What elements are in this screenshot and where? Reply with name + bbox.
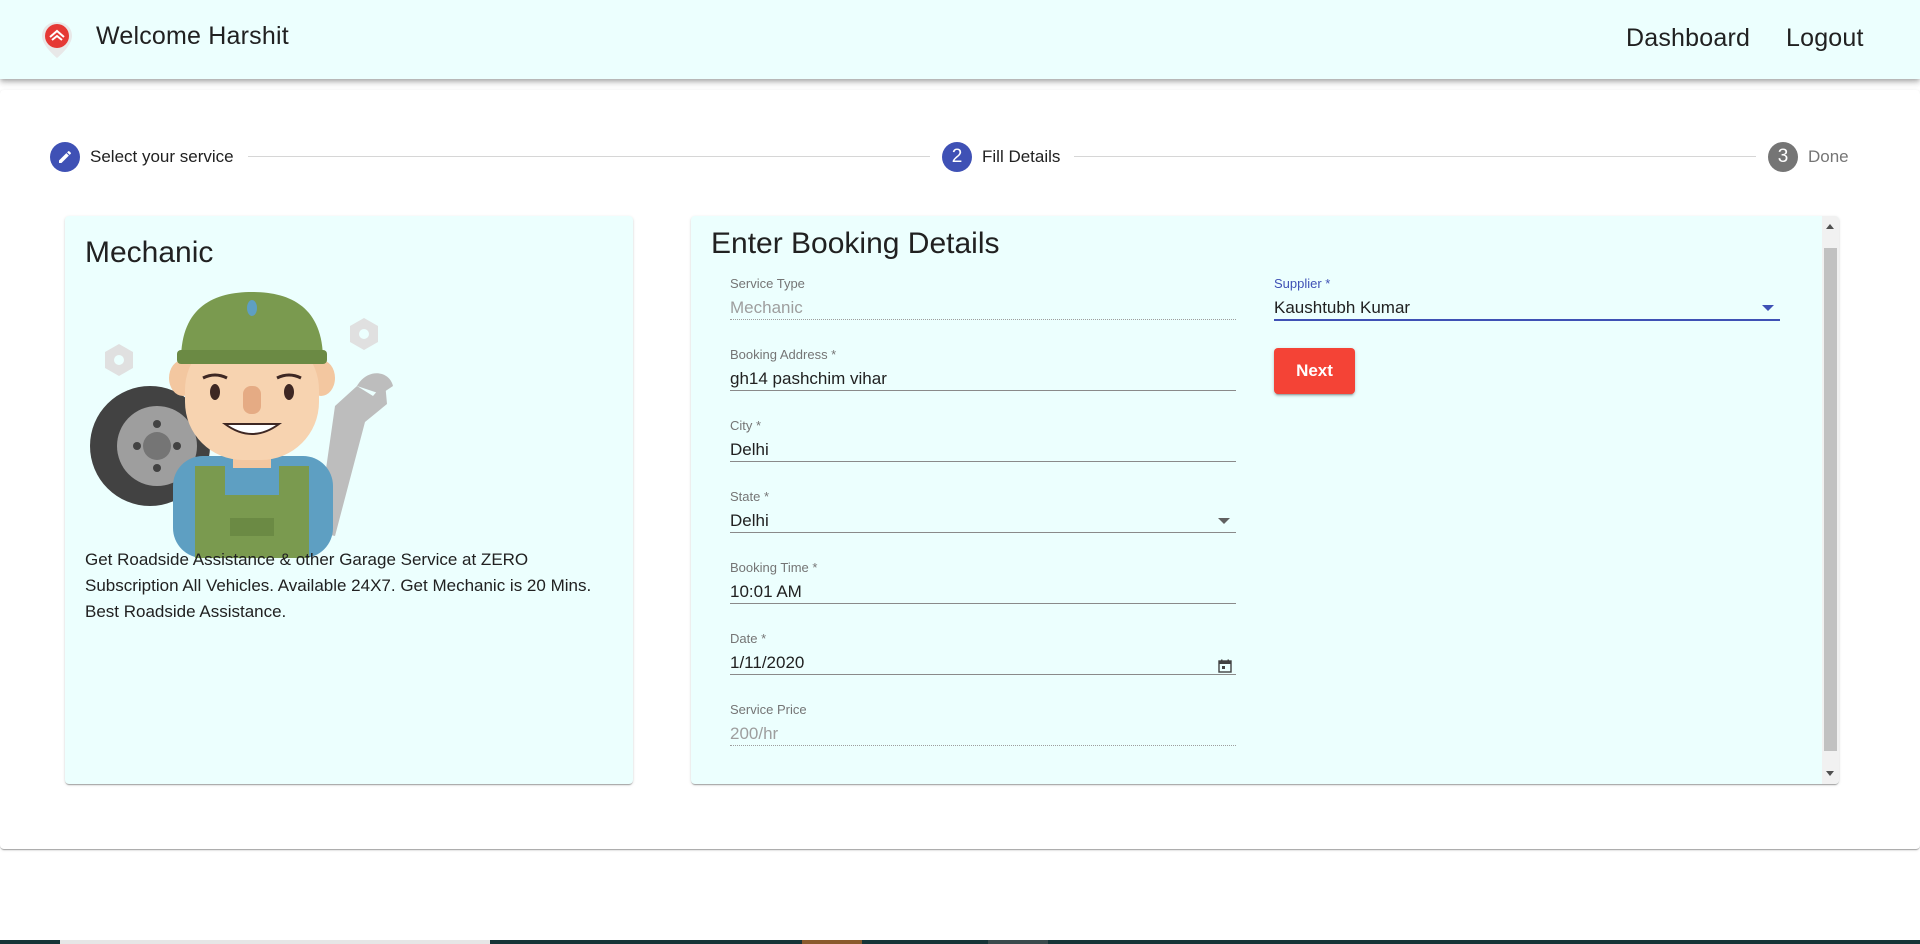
taskbar-segment bbox=[60, 940, 490, 944]
step-connector bbox=[1074, 156, 1756, 157]
service-card: Mechanic Get Roadside Assistance & other… bbox=[65, 216, 633, 784]
state-field[interactable]: State * Delhi bbox=[730, 489, 1236, 533]
dropdown-arrow-icon[interactable] bbox=[1218, 518, 1230, 524]
service-price-value: 200/hr bbox=[730, 724, 779, 743]
service-price-field: Service Price 200/hr bbox=[730, 702, 1236, 746]
date-input[interactable]: 1/11/2020 bbox=[730, 648, 1236, 674]
supplier-field[interactable]: Supplier * Kaushtubh Kumar bbox=[1274, 276, 1780, 321]
field-underline bbox=[730, 745, 1236, 746]
field-label: Supplier * bbox=[1274, 276, 1331, 291]
booking-time-input[interactable]: 10:01 AM bbox=[730, 577, 1236, 603]
scroll-down-arrow-icon[interactable] bbox=[1826, 771, 1834, 776]
step-fill-details[interactable]: 2 Fill Details bbox=[942, 142, 1060, 172]
step-number: 2 bbox=[942, 142, 972, 172]
step-number: 3 bbox=[1768, 142, 1798, 172]
scrollbar[interactable] bbox=[1822, 216, 1839, 784]
field-underline bbox=[730, 532, 1236, 533]
service-type-field: Service Type Mechanic bbox=[730, 276, 1236, 320]
field-label: Service Price bbox=[730, 702, 807, 717]
field-label: City * bbox=[730, 418, 762, 433]
welcome-text: Welcome Harshit bbox=[96, 22, 289, 50]
field-underline bbox=[730, 390, 1236, 391]
service-type-value: Mechanic bbox=[730, 298, 803, 317]
form-title: Enter Booking Details bbox=[711, 227, 1000, 260]
scroll-up-arrow-icon[interactable] bbox=[1826, 224, 1834, 229]
field-label: Booking Address * bbox=[730, 347, 837, 362]
service-title: Mechanic bbox=[85, 236, 214, 269]
step-done[interactable]: 3 Done bbox=[1768, 142, 1849, 172]
field-underline bbox=[1274, 319, 1780, 321]
dropdown-arrow-icon[interactable] bbox=[1762, 305, 1774, 311]
date-value: 1/11/2020 bbox=[730, 653, 805, 672]
booking-time-field[interactable]: Booking Time * 10:01 AM bbox=[730, 560, 1236, 604]
step-select-service[interactable]: Select your service bbox=[50, 142, 234, 172]
field-label: Booking Time * bbox=[730, 560, 818, 575]
supplier-selected-value: Kaushtubh Kumar bbox=[1274, 298, 1411, 317]
taskbar-segment bbox=[988, 940, 1048, 944]
app-bar: Welcome Harshit Dashboard Logout bbox=[0, 0, 1920, 79]
field-underline bbox=[730, 674, 1236, 675]
booking-address-input[interactable]: gh14 pashchim vihar bbox=[730, 364, 1236, 390]
taskbar-segment bbox=[802, 940, 862, 944]
supplier-select[interactable]: Kaushtubh Kumar bbox=[1274, 293, 1780, 319]
step-label: Fill Details bbox=[982, 147, 1061, 166]
step-connector bbox=[248, 156, 930, 157]
dashboard-link[interactable]: Dashboard bbox=[1626, 24, 1750, 53]
booking-form-panel: Enter Booking Details Service Type Mecha… bbox=[691, 216, 1839, 784]
calendar-icon[interactable] bbox=[1218, 655, 1232, 673]
taskbar-strip bbox=[0, 940, 1920, 944]
field-label: Service Type bbox=[730, 276, 805, 291]
step-label: Select your service bbox=[90, 147, 234, 166]
city-field[interactable]: City * Delhi bbox=[730, 418, 1236, 462]
state-selected-value: Delhi bbox=[730, 511, 769, 530]
state-select[interactable]: Delhi bbox=[730, 506, 1236, 532]
mechanic-illustration bbox=[85, 286, 415, 558]
field-label: State * bbox=[730, 489, 770, 504]
field-underline bbox=[730, 603, 1236, 604]
logout-link[interactable]: Logout bbox=[1786, 24, 1864, 53]
pencil-edit-icon bbox=[50, 142, 80, 172]
date-field[interactable]: Date * 1/11/2020 bbox=[730, 631, 1236, 675]
city-input[interactable]: Delhi bbox=[730, 435, 1236, 461]
next-button[interactable]: Next bbox=[1274, 348, 1355, 394]
booking-address-field[interactable]: Booking Address * gh14 pashchim vihar bbox=[730, 347, 1236, 391]
scroll-thumb[interactable] bbox=[1824, 248, 1837, 751]
step-label: Done bbox=[1808, 147, 1849, 166]
service-description: Get Roadside Assistance & other Garage S… bbox=[85, 550, 592, 621]
location-pin-logo-icon[interactable] bbox=[40, 20, 74, 60]
field-label: Date * bbox=[730, 631, 767, 646]
field-underline bbox=[730, 461, 1236, 462]
field-underline bbox=[730, 319, 1236, 320]
